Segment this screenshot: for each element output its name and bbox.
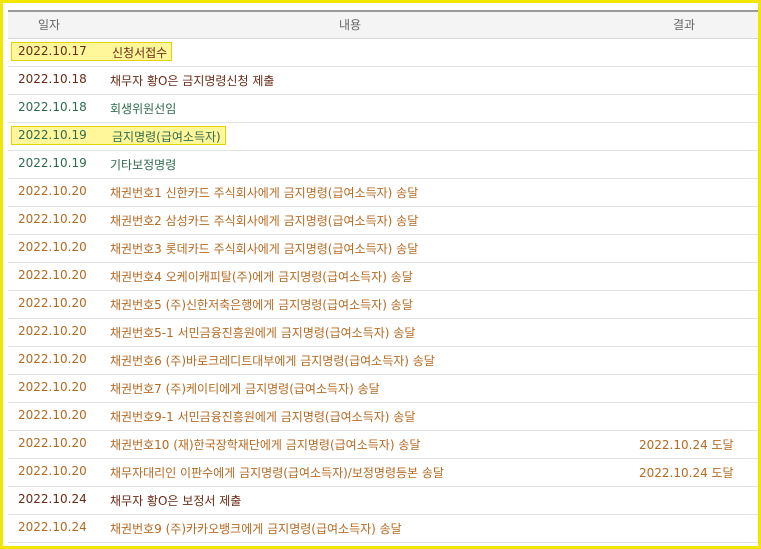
row-content: 채권번호7 (주)케이티에게 금지명령(급여소득자) 송달 [110,382,380,396]
row-date: 2022.10.20 [18,212,87,226]
table-row: 2022.10.20 채권번호9-1 서민금융진흥원에게 금지명령(급여소득자) … [8,403,758,431]
row-date: 2022.10.19 [18,128,87,142]
table-row: 2022.10.17 신청서접수 [8,39,758,67]
table-row: 2022.10.20 채권번호6 (주)바로크레디트대부에게 금지명령(급여소득자… [8,347,758,375]
row-date: 2022.10.24 [18,492,87,506]
row-date: 2022.10.20 [18,296,87,310]
table-row: 2022.10.18 채무자 황O은 금지명령신청 제출 [8,67,758,95]
table-row: 2022.10.20 채권번호10 (재)한국장학재단에게 금지명령(급여소득자)… [8,431,758,459]
row-content: 채무자 황O은 금지명령신청 제출 [110,74,275,88]
row-date: 2022.10.20 [18,408,87,422]
row-content: 채권번호9-1 서민금융진흥원에게 금지명령(급여소득자) 송달 [110,410,416,424]
row-content: 금지명령(급여소득자) [112,130,221,144]
table-row: 2022.10.20 채권번호3 롯데카드 주식회사에게 금지명령(급여소득자) … [8,235,758,263]
table-row: 2022.10.24 채권번호9 (주)카카오뱅크에게 금지명령(급여소득자) 송… [8,515,758,543]
table-row: 2022.10.20 채권번호2 삼성카드 주식회사에게 금지명령(급여소득자) … [8,207,758,235]
row-content: 채권번호2 삼성카드 주식회사에게 금지명령(급여소득자) 송달 [110,214,419,228]
table-row: 2022.10.20 채권번호7 (주)케이티에게 금지명령(급여소득자) 송달 [8,375,758,403]
row-content: 채권번호3 롯데카드 주식회사에게 금지명령(급여소득자) 송달 [110,242,419,256]
column-header-content: 내용 [339,18,362,32]
case-progress-table: 일자 내용 결과 2022.10.17 신청서접수 2022.10.18 채무자 황O… [8,10,758,543]
row-content: 채권번호10 (재)한국장학재단에게 금지명령(급여소득자) 송달 [110,438,421,452]
row-date: 2022.10.20 [18,268,87,282]
row-content: 회생위원선임 [110,102,177,116]
row-content: 채권번호5-1 서민금융진흥원에게 금지명령(급여소득자) 송달 [110,326,416,340]
row-date: 2022.10.20 [18,240,87,254]
table-row: 2022.10.24 채무자 황O은 보정서 제출 [8,487,758,515]
row-date: 2022.10.20 [18,324,87,338]
table-row: 2022.10.20 채무자대리인 이판수에게 금지명령(급여소득자)/보정명령등… [8,459,758,487]
row-date: 2022.10.19 [18,156,87,170]
table-row: 2022.10.20 채권번호5 (주)신한저축은행에게 금지명령(급여소득자) … [8,291,758,319]
table-row: 2022.10.19 금지명령(급여소득자) [8,123,758,151]
row-content: 기타보정명령 [110,158,177,172]
row-date: 2022.10.20 [18,352,87,366]
row-date: 2022.10.20 [18,436,87,450]
row-date: 2022.10.20 [18,380,87,394]
row-date: 2022.10.20 [18,184,87,198]
column-header-result: 결과 [673,18,696,32]
row-result: 2022.10.24 도달 [639,438,734,452]
row-content: 신청서접수 [112,46,168,60]
screenshot-frame: 일자 내용 결과 2022.10.17 신청서접수 2022.10.18 채무자 황O… [0,0,761,549]
row-content: 채권번호1 신한카드 주식회사에게 금지명령(급여소득자) 송달 [110,186,419,200]
row-content: 채권번호9 (주)카카오뱅크에게 금지명령(급여소득자) 송달 [110,522,402,536]
row-result: 2022.10.24 도달 [639,466,734,480]
row-date: 2022.10.24 [18,520,87,534]
row-date: 2022.10.18 [18,100,87,114]
table-row: 2022.10.20 채권번호4 오케이캐피탈(주)에게 금지명령(급여소득자) … [8,263,758,291]
table-row: 2022.10.20 채권번호1 신한카드 주식회사에게 금지명령(급여소득자) … [8,179,758,207]
table-header: 일자 내용 결과 [8,10,758,39]
table-row: 2022.10.19 기타보정명령 [8,151,758,179]
row-date: 2022.10.20 [18,464,87,478]
row-content: 채무자 황O은 보정서 제출 [110,494,242,508]
table-body: 2022.10.17 신청서접수 2022.10.18 채무자 황O은 금지명령신청 … [8,39,758,543]
row-content: 채무자대리인 이판수에게 금지명령(급여소득자)/보정명령등본 송달 [110,466,444,480]
table-row: 2022.10.20 채권번호5-1 서민금융진흥원에게 금지명령(급여소득자) … [8,319,758,347]
row-date: 2022.10.17 [18,44,87,58]
row-content: 채권번호4 오케이캐피탈(주)에게 금지명령(급여소득자) 송달 [110,270,413,284]
row-date: 2022.10.18 [18,72,87,86]
row-content: 채권번호6 (주)바로크레디트대부에게 금지명령(급여소득자) 송달 [110,354,435,368]
table-row: 2022.10.18 회생위원선임 [8,95,758,123]
row-content: 채권번호5 (주)신한저축은행에게 금지명령(급여소득자) 송달 [110,298,413,312]
column-header-date: 일자 [38,18,61,32]
